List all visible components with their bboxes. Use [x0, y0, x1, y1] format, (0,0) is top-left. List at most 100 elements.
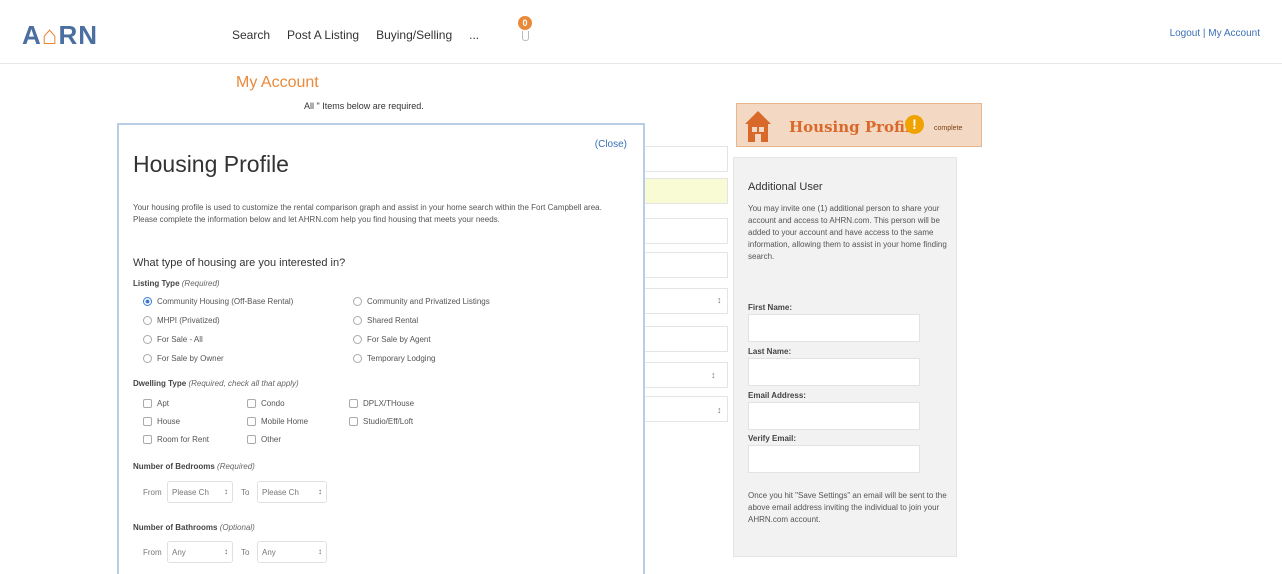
bedrooms-label-text: Number of Bedrooms	[133, 462, 215, 471]
account-links[interactable]: Logout | My Account	[1170, 28, 1260, 39]
verify-email-label: Verify Email:	[748, 434, 797, 443]
dwelling-type-label: Dwelling Type (Required, check all that …	[133, 379, 299, 388]
bedrooms-label: Number of Bedrooms (Required)	[133, 462, 255, 471]
option-label: Room for Rent	[157, 435, 210, 444]
background-field-highlighted[interactable]	[640, 178, 728, 204]
option-label: Apt	[157, 399, 170, 408]
last-name-input[interactable]	[748, 358, 920, 386]
background-select[interactable]	[640, 396, 728, 422]
banner-subtext: complete	[934, 125, 963, 132]
option-label: Studio/Eff/Loft	[363, 417, 414, 426]
nav-search[interactable]: Search	[232, 28, 270, 42]
radio[interactable]	[143, 335, 152, 344]
radio[interactable]	[143, 316, 152, 325]
nav-more[interactable]: ...	[469, 28, 479, 42]
background-field[interactable]	[640, 326, 728, 352]
bedrooms-from-label: From	[143, 488, 162, 497]
bathrooms-to-select[interactable]: Any ↕	[257, 541, 327, 563]
bathrooms-label: Number of Bathrooms (Optional)	[133, 523, 255, 532]
listing-option-mhpi[interactable]: MHPI (Privatized)	[143, 316, 220, 325]
first-name-input[interactable]	[748, 314, 920, 342]
logo-house-icon: ⌂	[41, 20, 59, 50]
site-header: A⌂RN Search Post A Listing Buying/Sellin…	[0, 0, 1282, 64]
close-button[interactable]: (Close)	[595, 139, 627, 150]
listing-type-hint: (Required)	[181, 279, 220, 288]
dwelling-type-label-text: Dwelling Type	[133, 379, 187, 388]
dwelling-option-mobile-home[interactable]: Mobile Home	[247, 417, 308, 426]
dwelling-type-hint: (Required, check all that apply)	[188, 379, 299, 388]
option-label: For Sale - All	[157, 335, 203, 344]
email-input[interactable]	[748, 402, 920, 430]
dwelling-option-apt[interactable]: Apt	[143, 399, 169, 408]
nav-post-listing[interactable]: Post A Listing	[287, 28, 359, 42]
panel-note: Once you hit "Save Settings" an email wi…	[748, 491, 947, 524]
checkbox[interactable]	[143, 417, 152, 426]
dwelling-option-condo[interactable]: Condo	[247, 399, 285, 408]
required-note: All " Items below are required.	[304, 101, 424, 111]
checkbox[interactable]	[247, 399, 256, 408]
select-arrow-icon: ↕	[224, 547, 228, 556]
checkbox[interactable]	[143, 435, 152, 444]
option-label: DPLX/THouse	[363, 399, 415, 408]
dwelling-option-other[interactable]: Other	[247, 435, 281, 444]
background-select[interactable]	[640, 288, 728, 314]
first-name-label: First Name:	[748, 303, 793, 312]
select-value: Please Ch	[172, 488, 209, 497]
logo[interactable]: A⌂RN	[22, 20, 98, 51]
bathrooms-from-select[interactable]: Any ↕	[167, 541, 233, 563]
listing-option-community-privatized[interactable]: Community and Privatized Listings	[353, 297, 490, 306]
select-value: Any	[262, 548, 276, 557]
logo-suffix: RN	[58, 20, 99, 50]
select-arrow-icon: ↕	[717, 295, 722, 305]
background-field[interactable]	[640, 252, 728, 278]
dwelling-option-studio[interactable]: Studio/Eff/Loft	[349, 417, 413, 426]
main-nav: Search Post A Listing Buying/Selling ...	[232, 28, 479, 42]
radio[interactable]	[143, 354, 152, 363]
option-label: Other	[261, 435, 282, 444]
select-value: Any	[172, 548, 186, 557]
listing-option-for-sale-owner[interactable]: For Sale by Owner	[143, 354, 224, 363]
house-icon	[745, 111, 771, 142]
background-field[interactable]	[640, 218, 728, 244]
select-arrow-icon: ↕	[717, 405, 722, 415]
bedrooms-from-select[interactable]: Please Ch ↕	[167, 481, 233, 503]
bathrooms-to-label: To	[241, 548, 250, 557]
dwelling-option-room-for-rent[interactable]: Room for Rent	[143, 435, 209, 444]
bell-icon[interactable]	[522, 31, 529, 41]
verify-email-input[interactable]	[748, 445, 920, 473]
nav-buying-selling[interactable]: Buying/Selling	[376, 28, 452, 42]
option-label: Shared Rental	[367, 316, 419, 325]
radio[interactable]	[353, 316, 362, 325]
last-name-label: Last Name:	[748, 347, 792, 356]
notification-badge[interactable]: 0	[518, 16, 532, 30]
bedrooms-to-select[interactable]: Please Ch ↕	[257, 481, 327, 503]
select-arrow-icon: ↕	[318, 487, 322, 496]
checkbox[interactable]	[143, 399, 152, 408]
panel-description: You may invite one (1) additional person…	[748, 204, 947, 261]
checkbox[interactable]	[349, 417, 358, 426]
listing-option-community-housing[interactable]: Community Housing (Off-Base Rental)	[143, 297, 293, 306]
dwelling-option-house[interactable]: House	[143, 417, 180, 426]
checkbox[interactable]	[247, 417, 256, 426]
checkbox[interactable]	[247, 435, 256, 444]
background-field[interactable]	[640, 146, 728, 172]
housing-profile-banner[interactable]: Housing Profile ! complete	[736, 103, 982, 147]
listing-option-temporary-lodging[interactable]: Temporary Lodging	[353, 354, 435, 363]
email-label: Email Address:	[748, 391, 806, 400]
listing-option-shared-rental[interactable]: Shared Rental	[353, 316, 418, 325]
listing-option-for-sale-agent[interactable]: For Sale by Agent	[353, 335, 431, 344]
dwelling-option-dplx-thouse[interactable]: DPLX/THouse	[349, 399, 414, 408]
radio-checked[interactable]	[143, 297, 152, 306]
checkbox[interactable]	[349, 399, 358, 408]
banner-title: Housing Profile	[789, 118, 921, 136]
radio[interactable]	[353, 297, 362, 306]
radio[interactable]	[353, 335, 362, 344]
bedrooms-to-label: To	[241, 488, 250, 497]
select-value: Please Ch	[262, 488, 299, 497]
bedrooms-hint: (Required)	[217, 462, 255, 471]
page-title: My Account	[236, 74, 319, 91]
radio[interactable]	[353, 354, 362, 363]
listing-option-for-sale-all[interactable]: For Sale - All	[143, 335, 203, 344]
select-arrow-icon: ↕	[711, 370, 716, 380]
option-label: Community and Privatized Listings	[367, 297, 490, 306]
